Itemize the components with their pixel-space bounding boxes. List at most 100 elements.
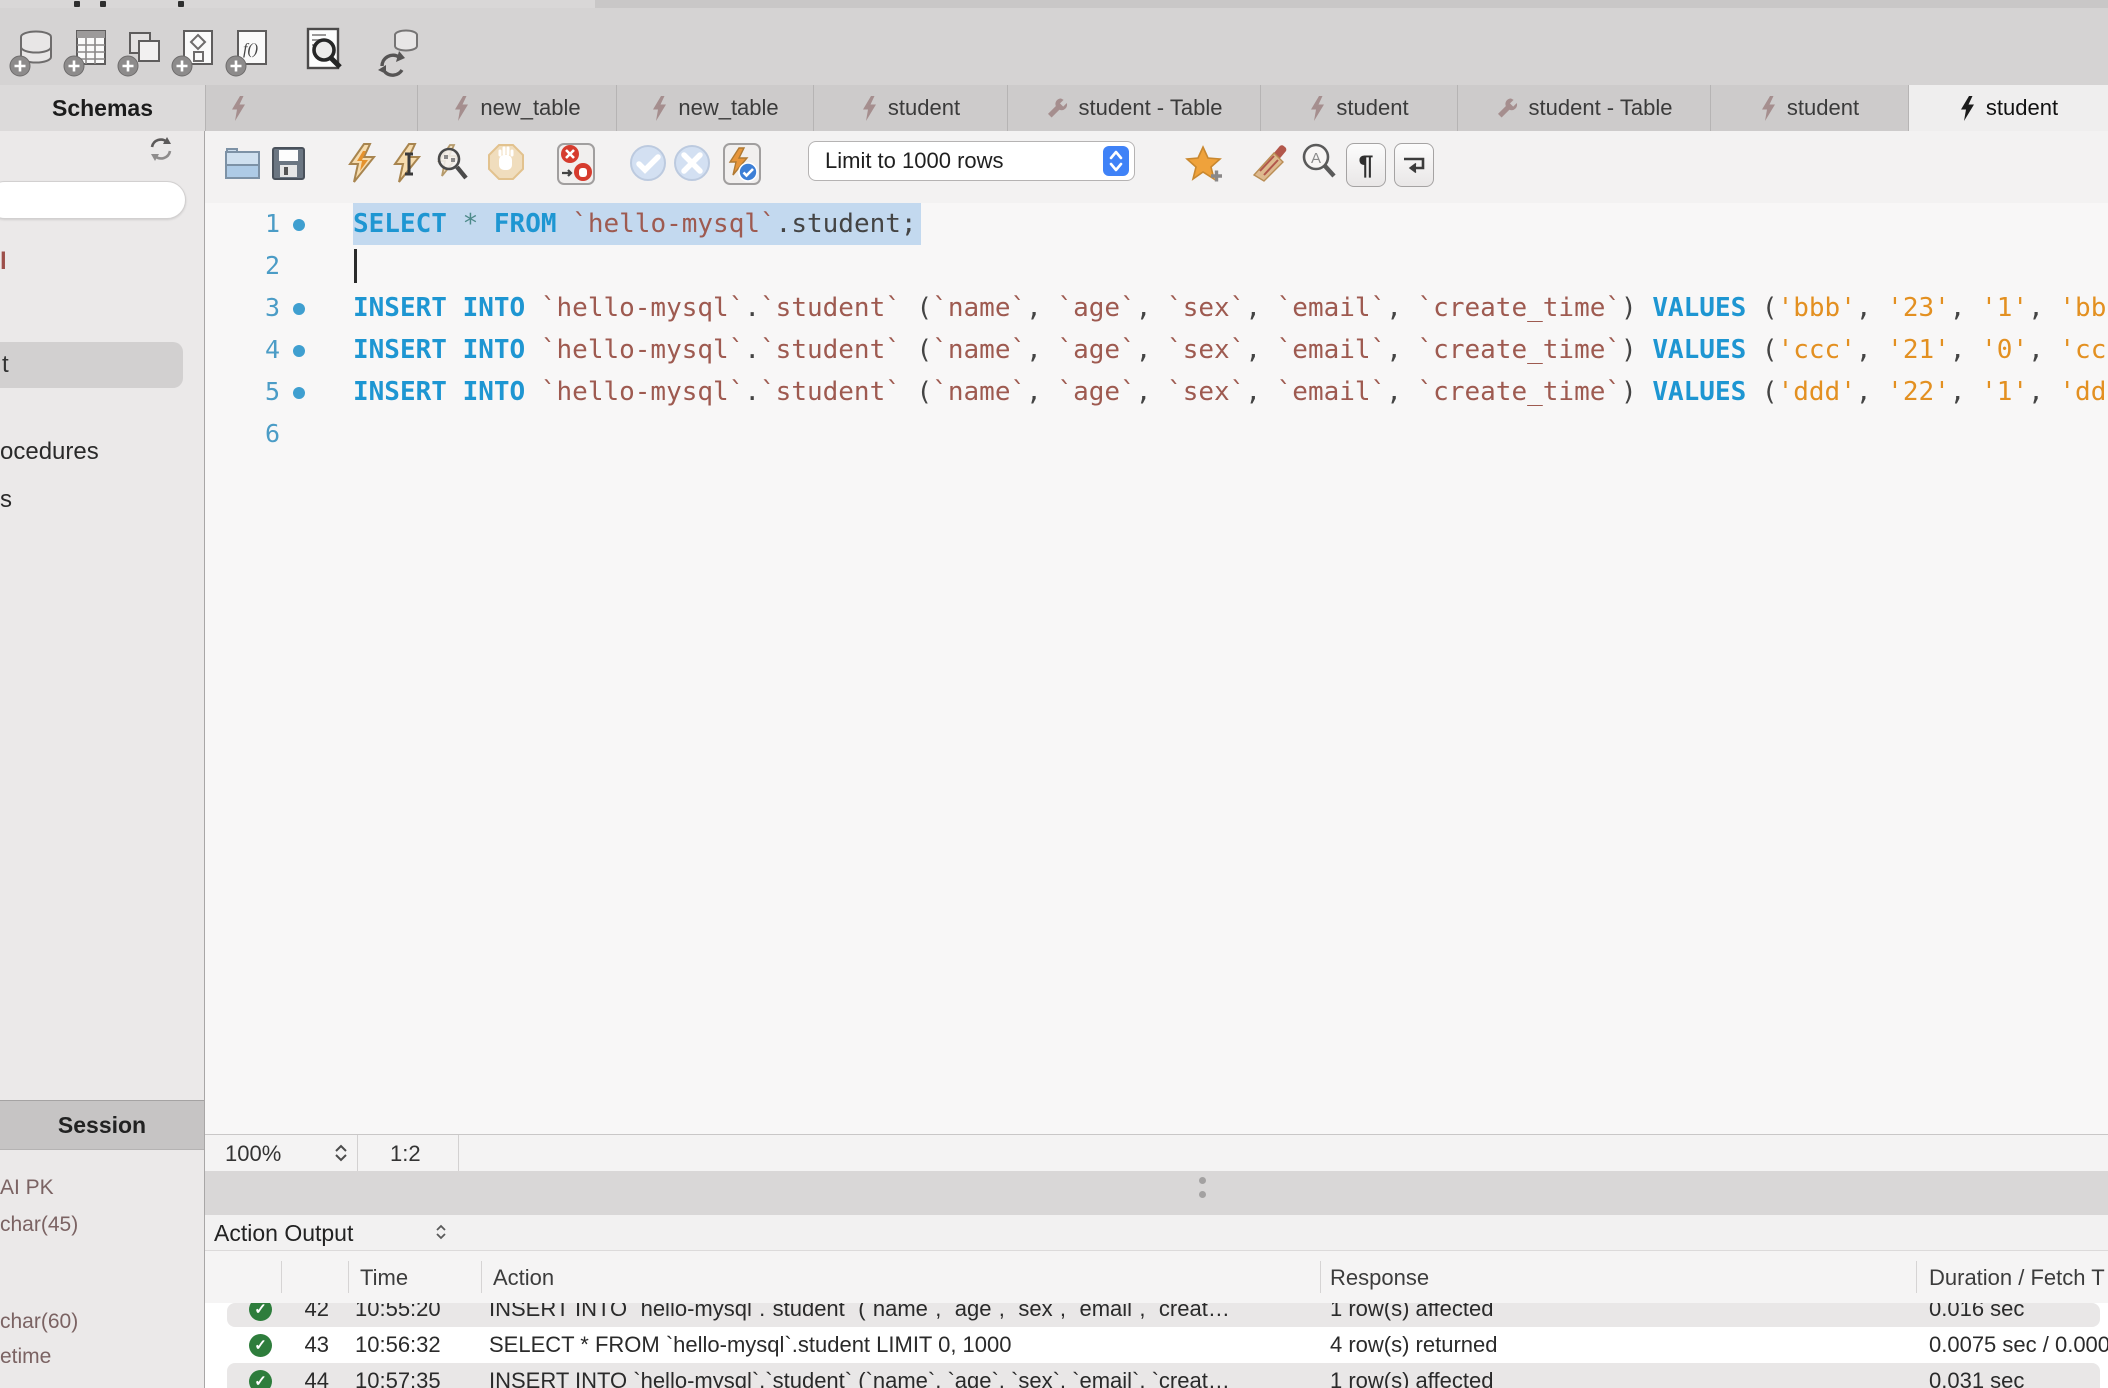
explain-icon[interactable]	[432, 141, 472, 189]
column-info-fragment: etime	[0, 1345, 51, 1369]
dropdown-stepper-icon	[1103, 146, 1129, 176]
row-response: 1 row(s) affected	[1330, 1303, 1910, 1327]
cursor-position: 1:2	[390, 1141, 421, 1167]
row-action: INSERT INTO `hello-mysql`.`student` (`na…	[489, 1303, 1315, 1327]
find-icon[interactable]: A	[1300, 141, 1340, 189]
column-info-fragment: char(45)	[0, 1213, 78, 1237]
mysql-workbench-window: f() Schemas new_tablenew_tablestudentstu…	[0, 0, 2108, 1388]
tab-label: student	[1787, 95, 1859, 121]
execute-icon[interactable]	[343, 141, 383, 189]
row-time: 10:57:35	[355, 1363, 441, 1388]
table-inspector-icon[interactable]	[296, 24, 348, 80]
row-duration: 0.0075 sec / 0.000	[1929, 1327, 2108, 1363]
editor-tab-student[interactable]: student	[1260, 85, 1457, 131]
row-index: 42	[291, 1303, 329, 1327]
tab-strip: Schemas new_tablenew_tablestudentstudent…	[0, 85, 2108, 132]
new-view-icon[interactable]	[116, 24, 168, 80]
code-text: INSERT INTO `hello-mysql`.`student` (`na…	[353, 329, 2106, 371]
action-output-row[interactable]: ✓4210:55:20INSERT INTO `hello-mysql`.`st…	[205, 1303, 2108, 1327]
row-action: SELECT * FROM `hello-mysql`.student LIMI…	[489, 1327, 1315, 1363]
editor-tab-student - Table[interactable]: student - Table	[1007, 85, 1260, 131]
bolt-icon	[861, 96, 878, 121]
schema-item-fragment[interactable]: l	[0, 248, 7, 276]
col-response[interactable]: Response	[1330, 1265, 1429, 1291]
row-duration: 0.016 sec	[1929, 1303, 2108, 1327]
wrench-icon	[1496, 97, 1519, 120]
bolt-icon	[1959, 96, 1976, 121]
new-routine-icon[interactable]	[170, 24, 222, 80]
row-action: INSERT INTO `hello-mysql`.`student` (`na…	[489, 1363, 1315, 1388]
execute-current-icon[interactable]	[388, 141, 428, 189]
sync-icon[interactable]	[372, 24, 424, 80]
autocommit-icon[interactable]	[722, 141, 762, 189]
zoom-stepper-icon[interactable]	[333, 1142, 349, 1170]
code-text: SELECT * FROM `hello-mysql`.student;	[353, 203, 921, 245]
main-toolbar: f()	[0, 8, 2108, 85]
row-time: 10:56:32	[355, 1327, 441, 1363]
code-line-6: 6	[205, 413, 2108, 455]
commit-icon[interactable]	[628, 141, 668, 189]
save-icon[interactable]	[269, 141, 309, 189]
statement-marker-icon	[293, 303, 305, 315]
row-index: 44	[291, 1363, 329, 1388]
editor-tab-new_table[interactable]: new_table	[616, 85, 813, 131]
tab-label: student - Table	[1079, 95, 1223, 121]
action-output-row[interactable]: ✓4310:56:32SELECT * FROM `hello-mysql`.s…	[205, 1327, 2108, 1363]
limit-rows-value: Limit to 1000 rows	[825, 148, 1004, 174]
editor-tab-student[interactable]: student	[1710, 85, 1908, 131]
new-table-icon[interactable]	[62, 24, 114, 80]
col-action[interactable]: Action	[493, 1265, 554, 1291]
line-number: 6	[205, 413, 280, 455]
limit-rows-dropdown[interactable]: Limit to 1000 rows	[808, 141, 1135, 181]
statement-marker-icon	[293, 345, 305, 357]
sql-editor-toolbar: Limit to 1000 rows A ¶	[205, 131, 2108, 204]
functions-item[interactable]: s	[0, 486, 12, 514]
new-function-icon[interactable]: f()	[224, 24, 276, 80]
invisibles-icon[interactable]: ¶	[1346, 143, 1386, 187]
action-output-rows: ✓4210:55:20INSERT INTO `hello-mysql`.`st…	[205, 1303, 2108, 1388]
editor-tab-student[interactable]: student	[813, 85, 1007, 131]
panel-splitter[interactable]	[205, 1171, 2108, 1215]
sql-editor[interactable]: 1SELECT * FROM `hello-mysql`.student;23I…	[205, 203, 2108, 1134]
wrap-icon[interactable]	[1394, 143, 1434, 187]
code-text: INSERT INTO `hello-mysql`.`student` (`na…	[353, 371, 2106, 413]
selection-highlight: SELECT * FROM `hello-mysql`.student;	[353, 203, 921, 245]
wrench-icon	[1046, 97, 1069, 120]
bolt-icon	[1760, 96, 1777, 121]
new-schema-icon[interactable]	[8, 24, 60, 80]
line-number: 1	[205, 203, 280, 245]
editor-tab-student[interactable]: student	[1908, 85, 2108, 131]
editor-tab-student - Table[interactable]: student - Table	[1457, 85, 1710, 131]
editor-tab-blank[interactable]	[205, 85, 417, 131]
beautify-icon[interactable]	[1250, 141, 1290, 189]
row-index: 43	[291, 1327, 329, 1363]
action-output-table-header: Time Action Response Duration / Fetch T	[205, 1251, 2108, 1303]
session-tab[interactable]: Session	[0, 1100, 204, 1150]
code-text: INSERT INTO `hello-mysql`.`student` (`na…	[353, 287, 2106, 329]
svg-text:A: A	[1311, 150, 1321, 167]
refresh-icon[interactable]	[146, 134, 176, 164]
editor-status-bar: 100% 1:2	[205, 1134, 2108, 1172]
stop-icon[interactable]	[486, 141, 526, 189]
line-number: 2	[205, 245, 280, 287]
col-duration[interactable]: Duration / Fetch T	[1929, 1265, 2105, 1291]
code-line-2: 2	[205, 245, 2108, 287]
col-time[interactable]: Time	[360, 1265, 408, 1291]
action-output-stepper-icon[interactable]	[433, 1221, 449, 1249]
code-line-4: 4INSERT INTO `hello-mysql`.`student` (`n…	[205, 329, 2108, 371]
window-top-strip	[0, 0, 2108, 8]
rollback-icon[interactable]	[672, 141, 712, 189]
schema-search-input[interactable]	[0, 181, 186, 219]
column-info-fragment: char(60)	[0, 1310, 78, 1334]
editor-tab-new_table[interactable]: new_table	[417, 85, 616, 131]
stop-on-error-icon[interactable]	[556, 141, 596, 189]
success-check-icon: ✓	[249, 1370, 272, 1388]
action-output-row[interactable]: ✓ 44 10:57:35 INSERT INTO `hello-mysql`.`st…	[205, 1363, 2108, 1388]
tab-label: new_table	[480, 95, 580, 121]
action-output-title: Action Output	[214, 1220, 353, 1247]
stored-procedures-item[interactable]: ocedures	[0, 438, 99, 466]
save-snippet-icon[interactable]	[1184, 141, 1224, 189]
open-file-icon[interactable]	[223, 141, 263, 189]
tab-label: student	[888, 95, 960, 121]
selected-tree-item[interactable]: t	[0, 342, 183, 388]
